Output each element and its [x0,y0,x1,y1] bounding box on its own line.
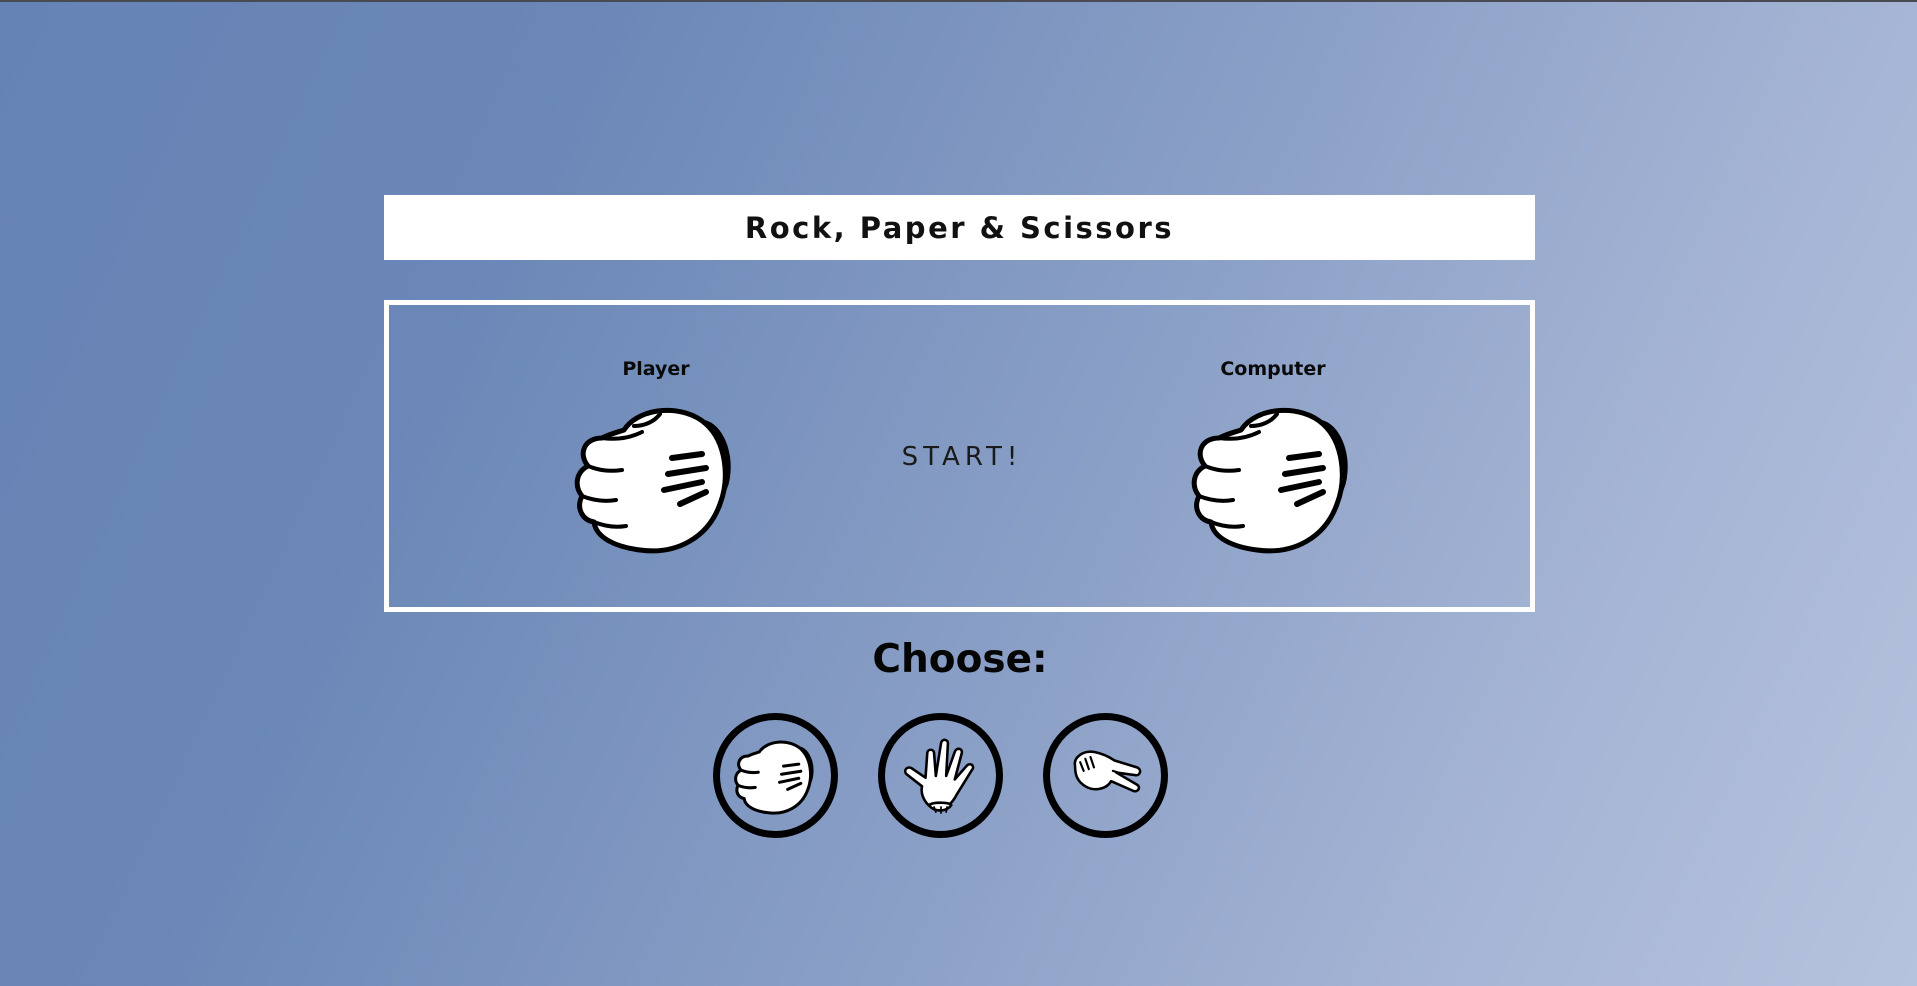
window-top-border [0,0,1917,2]
choose-heading: Choose: [872,637,1048,682]
scissors-hand-icon [1073,749,1141,792]
player-rock-hand-icon [574,407,731,554]
computer-rock-hand-icon [1191,407,1348,554]
round-status: START! [901,442,1023,472]
rock-choice-button[interactable] [713,713,838,838]
game-arena: Player Computer START! [384,300,1535,612]
paper-hand-icon [903,738,974,814]
paper-choice-button[interactable] [878,713,1003,838]
computer-label: Computer [1220,358,1326,380]
title-banner: Rock, Paper & Scissors [384,195,1535,260]
scissors-choice-button[interactable] [1043,713,1168,838]
rock-hand-icon [733,740,813,815]
player-label: Player [622,358,690,380]
game-title: Rock, Paper & Scissors [744,210,1175,245]
